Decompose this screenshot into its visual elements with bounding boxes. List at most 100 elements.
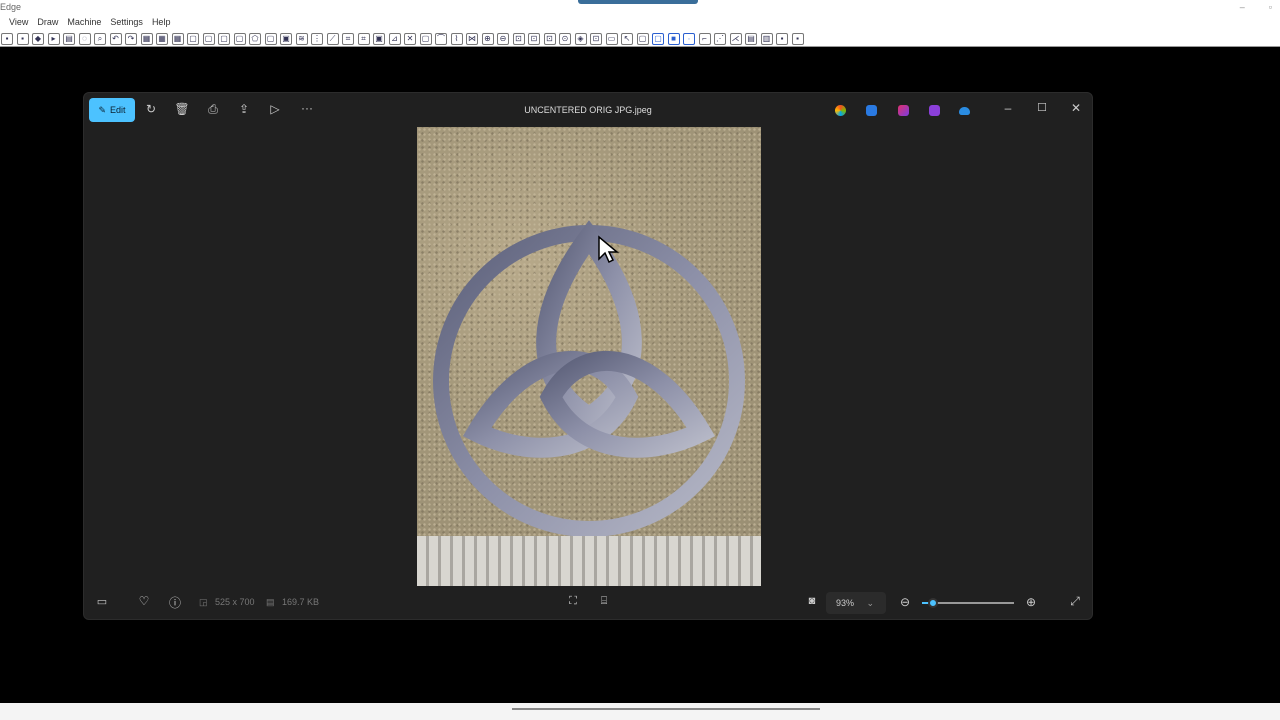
zoom-out-icon[interactable]: ⊖ — [896, 595, 914, 609]
host-window-controls: – ▫ — [1240, 2, 1272, 12]
toolbar-tool-icon[interactable]: ↖ — [621, 32, 633, 45]
photo-image — [417, 127, 761, 586]
host-toolbar: ▪ ▪ ◆ ▸ ▤ ◌ ⌕ ↶ ↷ ▦ ▦ ▦ ▢ ▢ ▢ ▢ ⬠ ▢ ▣ ≋ ⋮ ⟋ ⌗ ⌗ ▣ ⊿ ✕ ▢ ⌒ ⌇ ⋈ ⊕ ⊖ ⊡ ⊡ ⊡ ⊙ ◈ ⊡ ▭… — [0, 31, 804, 46]
menu-draw[interactable]: Draw — [37, 17, 58, 27]
create-icon[interactable] — [929, 105, 940, 116]
toolbar-tool-icon[interactable]: ⌐ — [698, 32, 711, 45]
menu-machine[interactable]: Machine — [67, 17, 101, 27]
toolbar-tool-icon[interactable]: ⊡ — [512, 32, 525, 45]
file-size-icon: ▤ — [266, 597, 275, 607]
toolbar-tool-icon[interactable]: ▣ — [373, 32, 385, 45]
menu-settings[interactable]: Settings — [110, 17, 143, 27]
zoom-level-value: 93% — [836, 598, 855, 608]
toolbar-tool-icon[interactable]: ▣ — [280, 32, 292, 45]
toolbar-tool-icon[interactable]: ▭ — [605, 32, 618, 45]
dimensions-icon: ◲ — [199, 597, 208, 607]
maximize-icon[interactable]: ☐ — [1033, 101, 1051, 114]
taskbar-preview-tab[interactable] — [578, 0, 698, 4]
photos-window: ✎ Edit ↻ 🗑 ⎙ ⇪ ▷ ··· UNCENTERED ORIG JPG… — [83, 92, 1093, 620]
toolbar-tool-icon[interactable]: ▦ — [140, 32, 153, 45]
toolbar-tool-icon[interactable]: ∙ — [683, 32, 695, 45]
toolbar-tool-icon[interactable]: ⌕ — [94, 32, 106, 45]
menu-help[interactable]: Help — [152, 17, 171, 27]
toolbar-tool-icon[interactable]: ⊖ — [497, 32, 509, 45]
toolbar-tool-icon[interactable]: ▤ — [63, 32, 75, 45]
toolbar-tool-icon[interactable]: ▤ — [745, 32, 757, 45]
toolbar-tool-icon[interactable]: ⊙ — [559, 32, 571, 45]
toolbar-tool-icon[interactable]: ⋈ — [466, 32, 478, 45]
toolbar-tool-icon[interactable]: ▥ — [760, 32, 773, 45]
host-status-strip — [0, 703, 1280, 720]
toolbar-tool-icon[interactable]: ↷ — [125, 32, 137, 45]
toolbar-tool-icon[interactable]: ⌗ — [357, 32, 370, 45]
chevron-down-icon: ⌄ — [866, 598, 874, 608]
restore-icon[interactable]: ▫ — [1269, 2, 1272, 12]
close-icon[interactable]: ✕ — [1067, 101, 1085, 115]
toolbar-tool-icon[interactable]: ▢ — [187, 32, 199, 45]
zoom-level-dropdown[interactable]: 93% ⌄ — [826, 592, 886, 614]
designer-icon[interactable] — [866, 105, 877, 116]
toolbar-tool-icon[interactable]: ▪ — [776, 32, 788, 45]
toolbar-tool-icon[interactable]: ◆ — [32, 32, 44, 45]
toolbar-tool-icon[interactable]: ⊡ — [543, 32, 556, 45]
toolbar-tool-icon[interactable]: ▦ — [156, 32, 168, 45]
zoom-slider-thumb[interactable] — [928, 598, 939, 608]
toolbar-tool-icon[interactable]: ↶ — [109, 32, 122, 45]
favorite-heart-icon[interactable]: ♡ — [135, 594, 153, 608]
toolbar-tool-icon[interactable]: ⌒ — [435, 32, 447, 45]
toolbar-tool-icon[interactable]: ⟋ — [326, 32, 339, 45]
toolbar-tool-icon[interactable]: ▢ — [202, 32, 215, 45]
toolbar-tool-icon[interactable]: ▪ — [791, 32, 804, 45]
host-app-bar: Edge View Draw Machine Settings Help – ▫… — [0, 0, 1280, 47]
mouse-cursor-icon — [598, 235, 620, 264]
toolbar-tool-icon[interactable]: ▢ — [218, 32, 230, 45]
toolbar-tool-icon[interactable]: ■ — [667, 32, 680, 45]
toolbar-tool-icon[interactable]: ⊡ — [590, 32, 602, 45]
toolbar-tool-icon[interactable]: ▦ — [171, 32, 184, 45]
text-scan-icon[interactable]: ⌸ — [595, 595, 613, 608]
toolbar-tool-icon[interactable]: ⋮ — [311, 32, 323, 45]
toolbar-tool-icon[interactable]: ▢ — [636, 32, 649, 45]
toolbar-tool-icon[interactable]: ▢ — [652, 32, 664, 45]
toolbar-tool-icon[interactable]: ▪ — [1, 32, 13, 45]
toolbar-tool-icon[interactable]: ⊡ — [528, 32, 540, 45]
zoom-slider[interactable] — [922, 598, 1014, 608]
menu-view[interactable]: View — [9, 17, 28, 27]
triquetra-photo — [433, 220, 745, 537]
toolbar-tool-icon[interactable]: ✕ — [404, 32, 416, 45]
toolbar-tool-icon[interactable]: ⌗ — [342, 32, 354, 45]
horizontal-scrollbar[interactable] — [512, 708, 820, 710]
toolbar-tool-icon[interactable]: ▸ — [47, 32, 60, 45]
image-dimensions: 525 x 700 — [215, 597, 255, 607]
filmstrip-icon[interactable]: ▭ — [93, 595, 111, 608]
clipchamp-icon[interactable] — [898, 105, 909, 116]
toolbar-tool-icon[interactable]: ▢ — [233, 32, 246, 45]
visual-search-icon[interactable]: ⛶ — [564, 595, 582, 608]
photos-top-bar: ✎ Edit ↻ 🗑 ⎙ ⇪ ▷ ··· UNCENTERED ORIG JPG… — [84, 93, 1092, 127]
toolbar-tool-icon[interactable]: ≋ — [295, 32, 308, 45]
toolbar-tool-icon[interactable]: ⌇ — [450, 32, 463, 45]
actual-size-icon[interactable]: ◙ — [803, 595, 821, 607]
toolbar-tool-icon[interactable]: ⊿ — [388, 32, 401, 45]
toolbar-tool-icon[interactable]: ▪ — [16, 32, 29, 45]
photos-bottom-bar: ▭ ♡ ⓘ ◲ 525 x 700 ▤ 169.7 KB ⛶ ⌸ ◙ 93% ⌄ … — [84, 587, 1092, 619]
toolbar-tool-icon[interactable]: ⊕ — [481, 32, 494, 45]
toolbar-tool-icon[interactable]: ▢ — [419, 32, 432, 45]
file-size: 169.7 KB — [282, 597, 320, 607]
minimize-icon[interactable]: – — [1240, 2, 1245, 12]
toolbar-tool-icon[interactable]: ◌ — [78, 32, 91, 45]
copilot-icon[interactable] — [835, 105, 846, 116]
menu-bar: View Draw Machine Settings Help — [9, 17, 170, 27]
toolbar-tool-icon[interactable]: ⋰ — [714, 32, 726, 45]
radiator-background — [417, 536, 761, 586]
info-icon[interactable]: ⓘ — [166, 594, 184, 611]
zoom-in-icon[interactable]: ⊕ — [1022, 595, 1040, 609]
host-app-title: Edge — [0, 2, 22, 12]
toolbar-tool-icon[interactable]: ◈ — [574, 32, 587, 45]
fullscreen-icon[interactable]: ⤢ — [1066, 594, 1084, 609]
onedrive-icon[interactable] — [959, 107, 970, 115]
toolbar-tool-icon[interactable]: ⬠ — [249, 32, 261, 45]
toolbar-tool-icon[interactable]: ⋌ — [729, 32, 742, 45]
toolbar-tool-icon[interactable]: ▢ — [264, 32, 277, 45]
minimize-icon[interactable]: – — [999, 101, 1017, 115]
